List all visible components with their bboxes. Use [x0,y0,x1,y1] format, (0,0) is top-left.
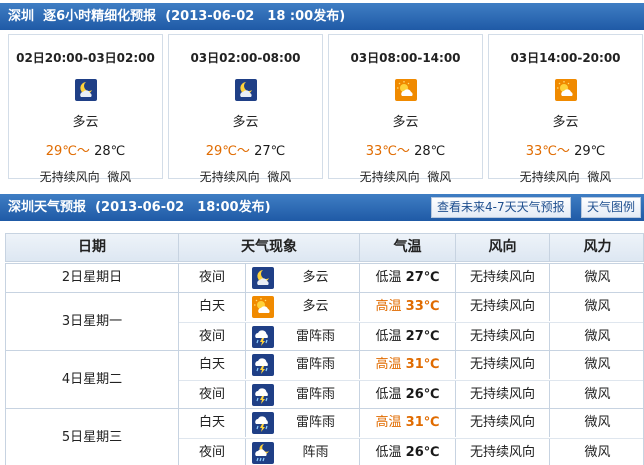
sun-cloud-icon [554,79,577,101]
forecast-day-group: 3日星期一 白天 多云 高温 33℃ 无持续风向 微风 夜间 雷阵雨 低温 27℃ 无持续风向 微风 [5,292,644,352]
day-part: 白天 [198,299,225,314]
period-temp-range: 29℃～ 27℃ [205,144,286,159]
day-part: 夜间 [198,445,225,460]
row-temp: 高温 31℃ [375,357,440,372]
row-temp: 高温 31℃ [375,415,440,430]
period-time: 02日20:00-03日02:00 [16,51,155,65]
period-high: 33 [525,144,543,159]
header-issued: (2013-06-02 18:00发布) [95,200,271,215]
row-temp: 低温 27℃ [375,329,440,344]
forecast-day-group: 5日星期三 白天 雷阵雨 高温 31℃ 无持续风向 微风 夜间 阵雨 低温 26℃ 无持续风向 微风 [5,408,644,465]
header-issued: (2013-06-02 18 :00发布) [165,9,346,24]
period-time: 03日08:00-14:00 [350,51,461,65]
row-wind-force: 微风 [584,387,611,402]
table-row: 白天 多云 高温 33℃ 无持续风向 微风 [6,293,643,321]
table-row: 夜间 阵雨 低温 26℃ 无持续风向 微风 [6,439,643,465]
period-time: 03日02:00-08:00 [190,51,301,65]
table-row: 白天 雷阵雨 高温 31℃ 无持续风向 微风 [6,409,643,437]
row-wind-dir: 无持续风向 [469,329,535,344]
row-weather: 雷阵雨 [295,357,335,372]
period-temp-range: 29℃～ 28℃ [45,144,126,159]
period-high: 29 [205,144,223,159]
forecast-table-header: 日期 天气现象 气温 风向 风力 [5,233,644,262]
row-weather: 多云 [302,299,329,314]
day-part: 夜间 [198,387,225,402]
row-wind-force: 微风 [584,415,611,430]
period-wind: 无持续风向 微风 [39,170,132,184]
period-high: 33 [365,144,383,159]
day-part: 白天 [198,357,225,372]
row-wind-dir: 无持续风向 [469,299,535,314]
row-wind-force: 微风 [584,445,611,460]
header-title: 逐6小时精细化预报 [43,9,157,24]
moon-cloud-icon [74,79,97,101]
col-wind-force: 风力 [583,239,612,255]
row-wind-dir: 无持续风向 [469,270,535,285]
period-weather: 多云 [72,115,99,130]
period-weather: 多云 [552,115,579,130]
six-hour-forecast-strip: 02日20:00-03日02:00 多云 29℃～ 28℃ 无持续风向 微风 03日02… [0,34,644,184]
row-temp: 低温 26℃ [375,445,440,460]
period-temp-range: 33℃～ 28℃ [365,144,446,159]
row-weather: 多云 [302,270,329,285]
row-wind-dir: 无持续风向 [469,387,535,402]
moon-cloud-icon [234,79,257,101]
row-wind-force: 微风 [584,357,611,372]
row-wind-force: 微风 [584,270,611,285]
col-weather: 天气现象 [241,239,297,255]
table-row: 夜间 多云 低温 27℃ 无持续风向 微风 [6,264,643,292]
row-temp: 高温 33℃ [375,299,440,314]
period-weather: 多云 [232,115,259,130]
period-time: 03日14:00-20:00 [510,51,621,65]
header-city: 深圳 [8,200,35,215]
fine-forecast-header: 深圳 逐6小时精细化预报 (2013-06-02 18 :00发布) [0,3,644,30]
row-temp: 低温 26℃ [375,387,440,402]
row-wind-dir: 无持续风向 [469,445,535,460]
col-date: 日期 [78,239,106,255]
forecast-period-card: 03日08:00-14:00 多云 33℃～ 28℃ 无持续风向 微风 [328,34,483,184]
day-part: 夜间 [198,329,225,344]
forecast-period-card: 03日14:00-20:00 多云 33℃～ 29℃ 无持续风向 微风 [488,34,643,184]
row-wind-force: 微风 [584,329,611,344]
header-title: 天气预报 [34,200,87,215]
row-weather: 雷阵雨 [295,415,335,430]
row-weather: 雷阵雨 [295,387,335,402]
row-wind-dir: 无持续风向 [469,357,535,372]
table-row: 夜间 雷阵雨 低温 27℃ 无持续风向 微风 [6,323,643,351]
col-temp: 气温 [393,239,422,255]
row-wind-dir: 无持续风向 [469,415,535,430]
table-row: 夜间 雷阵雨 低温 26℃ 无持续风向 微风 [6,381,643,409]
forecast-period-card: 02日20:00-03日02:00 多云 29℃～ 28℃ 无持续风向 微风 [8,34,163,184]
forecast-period-card: 03日02:00-08:00 多云 29℃～ 27℃ 无持续风向 微风 [168,34,323,184]
period-temp-range: 33℃～ 29℃ [525,144,606,159]
period-wind: 无持续风向 微风 [199,170,292,184]
period-wind: 无持续风向 微风 [359,170,452,184]
day-part: 夜间 [198,270,225,285]
period-wind: 无持续风向 微风 [519,170,612,184]
row-temp: 低温 27℃ [375,270,440,285]
col-wind-dir: 风向 [488,239,517,255]
forecast-day-group: 4日星期二 白天 雷阵雨 高温 31℃ 无持续风向 微风 夜间 雷阵雨 低温 26℃ 无持续风向微… [5,350,644,410]
row-weather: 雷阵雨 [295,329,335,344]
row-wind-force: 微风 [584,299,611,314]
forecast-day-group: 2日星期日 夜间 多云 低温 27℃ 无持续风向 微风 [5,263,644,293]
day-part: 白天 [198,415,225,430]
more-forecast-button[interactable]: 查看未来4-7天天气预报 [431,197,571,218]
table-row: 白天 雷阵雨 高温 31℃ 无持续风向 微风 [6,351,643,379]
weather-legend-button[interactable]: 天气图例 [581,197,642,218]
sun-cloud-icon [394,79,417,101]
row-weather: 阵雨 [302,445,329,460]
period-high: 29 [45,144,63,159]
period-weather: 多云 [392,115,419,130]
header-city: 深圳 [8,9,35,24]
